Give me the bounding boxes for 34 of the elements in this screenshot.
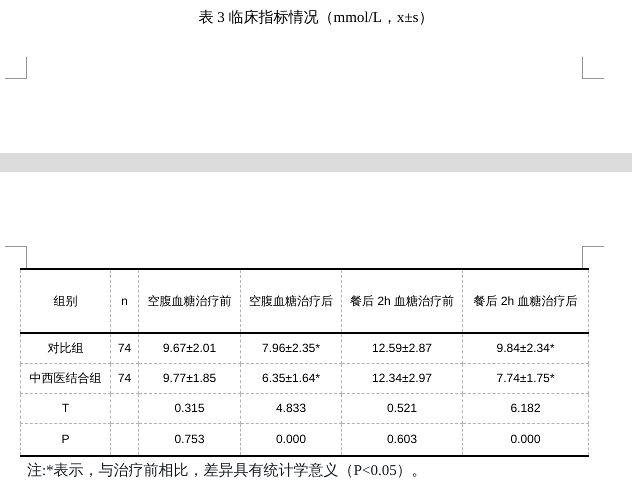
page-corner-mark [5, 57, 27, 79]
table-cell: 12.59±2.87 [342, 333, 462, 363]
column-header: 餐后 2h 血糖治疗前 [342, 269, 462, 333]
table-cell: 4.833 [240, 393, 342, 423]
column-header: 空腹血糖治疗前 [138, 269, 240, 333]
table-cell: 74 [110, 333, 138, 363]
page-corner-mark [5, 246, 27, 268]
table-cell: 0.315 [138, 393, 240, 423]
table-cell: 0.753 [138, 423, 240, 456]
table-cell: 9.84±2.34* [462, 333, 588, 363]
table-cell: 9.67±2.01 [138, 333, 240, 363]
table-cell: T [20, 393, 110, 423]
table-cell: 0.603 [342, 423, 462, 456]
table-cell: 中西医结合组 [20, 363, 110, 393]
table-cell: 7.74±1.75* [462, 363, 588, 393]
page-corner-mark [582, 57, 604, 79]
table-cell: 7.96±2.35* [240, 333, 342, 363]
table-cell: 12.34±2.97 [342, 363, 462, 393]
column-header: 组别 [20, 269, 110, 333]
table-cell: 6.182 [462, 393, 588, 423]
column-header: 空腹血糖治疗后 [240, 269, 342, 333]
table-cell: 0.000 [462, 423, 588, 456]
table-cell: 74 [110, 363, 138, 393]
table-footnote: 注:*表示，与治疗前相比，差异具有统计学意义（P<0.05）。 [27, 462, 427, 481]
table-title: 表 3 临床指标情况（mmol/L，x±s） [198, 8, 434, 28]
table-cell: 9.77±1.85 [138, 363, 240, 393]
table-cell: 6.35±1.64* [240, 363, 342, 393]
table-cell: 0.000 [240, 423, 342, 456]
table-cell: P [20, 423, 110, 456]
column-header: n [110, 269, 138, 333]
column-header: 餐后 2h 血糖治疗后 [462, 269, 588, 333]
table-cell: 对比组 [20, 333, 110, 363]
table-cell: 0.521 [342, 393, 462, 423]
page-corner-mark [582, 246, 604, 268]
